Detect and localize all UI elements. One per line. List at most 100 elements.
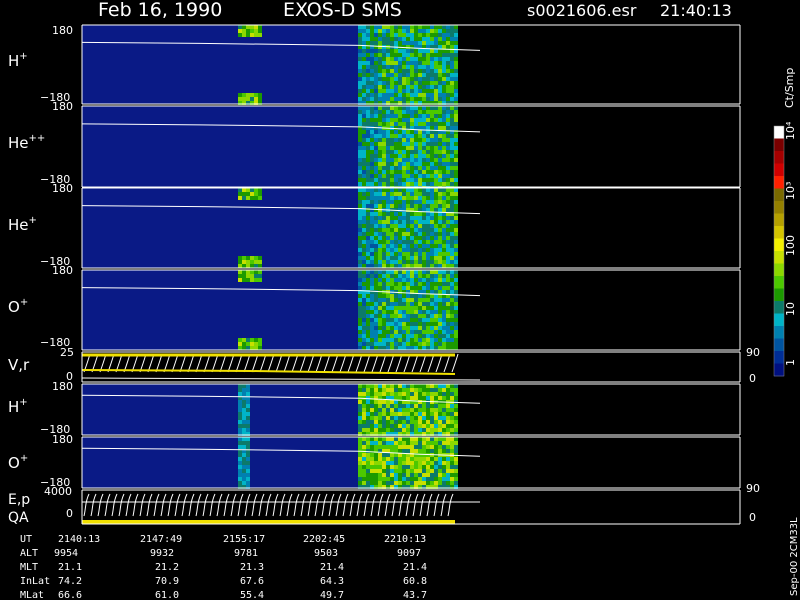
heat-cell: [442, 416, 446, 420]
heat-cell: [390, 264, 394, 268]
heat-cell: [390, 25, 394, 29]
heat-cell: [418, 408, 422, 412]
heat-cell: [366, 392, 370, 396]
heat-cell: [394, 416, 398, 420]
heat-cell: [414, 188, 418, 192]
heat-cell: [418, 65, 422, 69]
heat-cell: [406, 240, 410, 244]
heat-cell: [394, 106, 398, 110]
heat-cell: [370, 412, 374, 416]
heat-cell: [402, 41, 406, 45]
heat-cell: [410, 89, 414, 93]
heat-cell: [398, 220, 402, 224]
heat-cell: [402, 110, 406, 114]
heat-cell: [434, 282, 438, 286]
heat-cell: [430, 437, 434, 441]
heat-cell: [410, 166, 414, 170]
heat-cell: [402, 106, 406, 110]
heat-cell: [242, 408, 246, 412]
heat-cell: [390, 49, 394, 53]
heat-cell: [434, 392, 438, 396]
heat-cell: [442, 57, 446, 61]
heat-cell: [386, 286, 390, 290]
heat-cell: [370, 286, 374, 290]
heat-cell: [402, 282, 406, 286]
heat-cell: [430, 396, 434, 400]
heat-cell: [434, 150, 438, 154]
heat-cell: [390, 282, 394, 286]
heat-cell: [394, 146, 398, 150]
heat-cell: [434, 220, 438, 224]
heat-cell: [358, 473, 362, 477]
heat-cell: [378, 130, 382, 134]
heat-cell: [394, 188, 398, 192]
ep-hatch: [328, 493, 335, 517]
heat-cell: [374, 404, 378, 408]
heat-cell: [422, 286, 426, 290]
heat-cell: [442, 178, 446, 182]
heat-cell: [422, 244, 426, 248]
heat-cell: [362, 188, 366, 192]
heat-cell: [434, 182, 438, 186]
heat-cell: [418, 228, 422, 232]
heat-cell: [418, 338, 422, 342]
heat-cell: [398, 29, 402, 33]
heat-cell: [386, 240, 390, 244]
heat-cell: [414, 252, 418, 256]
heat-cell: [430, 326, 434, 330]
heat-cell: [390, 252, 394, 256]
heat-cell: [246, 25, 250, 29]
heat-cell: [454, 232, 458, 236]
heat-cell: [382, 236, 386, 240]
vr-hatch: [275, 353, 283, 373]
heat-cell: [434, 260, 438, 264]
heat-cell: [394, 270, 398, 274]
heat-cell: [446, 224, 450, 228]
heat-cell: [422, 457, 426, 461]
heat-cell: [426, 33, 430, 37]
vr-hatch: [139, 353, 147, 373]
heat-cell: [406, 334, 410, 338]
heat-cell: [422, 182, 426, 186]
heat-cell: [450, 174, 454, 178]
heat-cell: [442, 118, 446, 122]
heat-cell: [450, 248, 454, 252]
heat-cell: [382, 306, 386, 310]
heat-cell: [450, 437, 454, 441]
heat-cell: [246, 264, 250, 268]
heat-cell: [370, 93, 374, 97]
heat-cell: [370, 33, 374, 37]
heat-cell: [438, 57, 442, 61]
heat-cell: [414, 212, 418, 216]
heat-cell: [418, 174, 422, 178]
heat-cell: [438, 465, 442, 469]
heat-cell: [422, 200, 426, 204]
heat-cell: [438, 162, 442, 166]
heat-cell: [246, 338, 250, 342]
heat-cell: [242, 388, 246, 392]
heat-cell: [418, 170, 422, 174]
heat-cell: [418, 270, 422, 274]
heat-cell: [438, 188, 442, 192]
vr-hatch: [299, 353, 307, 373]
heat-cell: [394, 396, 398, 400]
heat-cell: [450, 85, 454, 89]
heat-cell: [390, 216, 394, 220]
heat-cell: [370, 384, 374, 388]
heat-cell: [446, 449, 450, 453]
heat-cell: [374, 282, 378, 286]
heat-cell: [426, 428, 430, 432]
heat-cell: [434, 384, 438, 388]
heat-cell: [414, 118, 418, 122]
heat-cell: [382, 298, 386, 302]
heat-cell: [358, 33, 362, 37]
heat-cell: [450, 384, 454, 388]
heat-cell: [446, 232, 450, 236]
heat-cell: [378, 188, 382, 192]
heat-cell: [442, 200, 446, 204]
heat-cell: [398, 274, 402, 278]
heat-cell: [454, 37, 458, 41]
heat-cell: [438, 204, 442, 208]
vr-hatch: [147, 353, 155, 373]
ep-hatch: [314, 493, 321, 517]
